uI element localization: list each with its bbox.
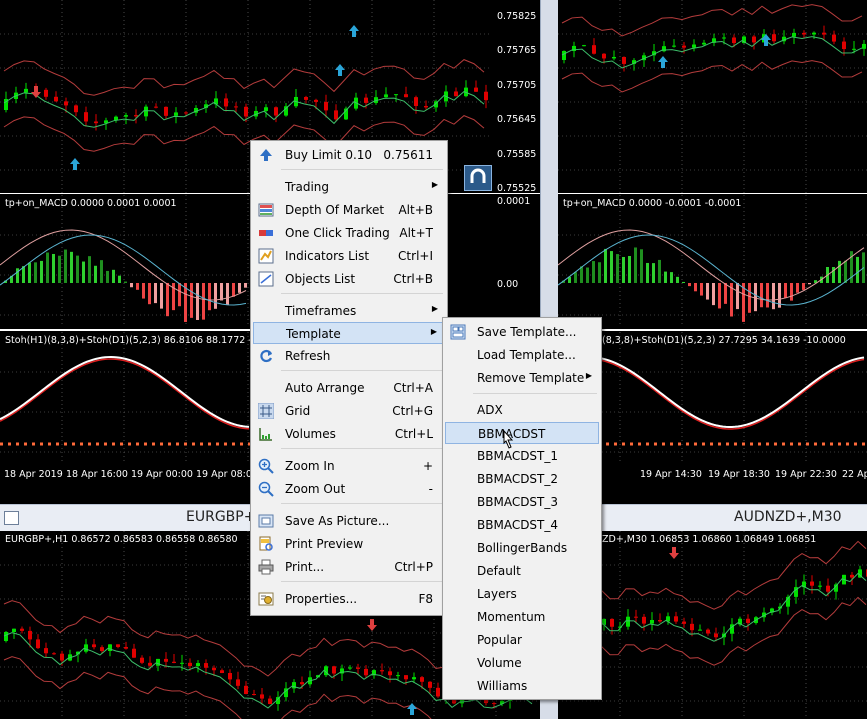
candles-bottom-right — [558, 531, 867, 719]
time-label: 19 Apr 22:30 — [775, 469, 837, 480]
template-item-bbmacdst-2[interactable]: BBMACDST_2 — [445, 468, 599, 490]
magnet-button[interactable] — [464, 165, 492, 191]
menu-item-zoom-out[interactable]: Zoom Out - — [253, 478, 445, 500]
pane-divider[interactable] — [558, 193, 867, 194]
menu-item-buy-limit[interactable]: Buy Limit 0.10 0.75611 — [253, 144, 445, 166]
template-item-default[interactable]: Default — [445, 560, 599, 582]
menu-item-print[interactable]: Print... Ctrl+P — [253, 556, 445, 578]
menu-item-template[interactable]: Template ▶ — [253, 322, 445, 344]
menu-item-auto-arrange[interactable]: Auto Arrange Ctrl+A — [253, 377, 445, 399]
print-preview-icon — [259, 536, 273, 551]
submenu-arrow-icon: ▶ — [585, 371, 592, 380]
magnet-icon — [470, 168, 486, 183]
menu-item-load-template[interactable]: Load Template... — [445, 344, 599, 366]
macd-histogram — [558, 195, 867, 325]
macd-histogram — [0, 195, 250, 325]
template-item-volume[interactable]: Volume — [445, 652, 599, 674]
template-submenu: Save Template... Load Template... Remove… — [442, 317, 602, 700]
template-item-layers[interactable]: Layers — [445, 583, 599, 605]
zoom-out-icon — [258, 481, 274, 497]
menu-item-grid[interactable]: Grid Ctrl+G — [253, 400, 445, 422]
template-item-momentum[interactable]: Momentum — [445, 606, 599, 628]
one-click-trading-icon — [259, 230, 273, 236]
chart-bottom-right[interactable]: ZD+,M30 1.06853 1.06860 1.06849 1.06851 — [558, 531, 867, 719]
chart-window-icon — [4, 511, 19, 525]
menu-item-volumes[interactable]: Volumes Ctrl+L — [253, 423, 445, 445]
menu-item-zoom-in[interactable]: Zoom In + — [253, 455, 445, 477]
template-item-williams[interactable]: Williams — [445, 675, 599, 697]
menu-item-objects-list[interactable]: Objects List Ctrl+B — [253, 268, 445, 290]
time-label: 18 Apr 2019 — [4, 469, 63, 480]
time-label: 19 Apr 14:30 — [640, 469, 702, 480]
mouse-cursor-icon — [503, 430, 514, 449]
menu-item-depth-of-market[interactable]: Depth Of Market Alt+B — [253, 199, 445, 221]
time-label: 18 Apr 16:00 — [66, 469, 128, 480]
time-label: 19 Apr 08:00 — [196, 469, 258, 480]
template-item-bbmacdst-3[interactable]: BBMACDST_3 — [445, 491, 599, 513]
menu-item-properties[interactable]: Properties... F8 — [253, 588, 445, 610]
macd-level: 0.0001 — [497, 196, 531, 207]
price-label: 0.75765 — [497, 45, 537, 56]
price-label: 0.75585 — [497, 149, 537, 160]
time-label: 19 Apr 18:30 — [708, 469, 770, 480]
candles-top-right — [558, 0, 867, 195]
menu-item-remove-template[interactable]: Remove Template ▶ — [445, 367, 599, 389]
menu-item-indicators-list[interactable]: Indicators List Ctrl+I — [253, 245, 445, 267]
chart-top-right[interactable]: tp+on_MACD 0.0000 -0.0001 -0.0001 (8,3,8… — [558, 0, 867, 495]
buy-limit-icon — [260, 149, 272, 161]
stoch-lines — [558, 332, 867, 462]
price-label: 0.75825 — [497, 11, 537, 22]
submenu-arrow-icon: ▶ — [431, 180, 438, 189]
menu-item-save-template[interactable]: Save Template... — [445, 321, 599, 343]
time-label: 19 Apr 00:00 — [131, 469, 193, 480]
refresh-icon — [260, 349, 273, 363]
save-picture-icon — [258, 514, 274, 528]
menu-item-save-as-picture[interactable]: Save As Picture... — [253, 510, 445, 532]
price-label: 0.75705 — [497, 80, 537, 91]
price-label: 0.75645 — [497, 114, 537, 125]
pane-divider[interactable] — [558, 329, 867, 331]
properties-icon — [258, 592, 274, 606]
menu-item-refresh[interactable]: Refresh — [253, 345, 445, 367]
submenu-arrow-icon: ▶ — [430, 327, 437, 336]
window-title: AUDNZD+,M30 — [734, 509, 842, 525]
depth-of-market-icon — [258, 203, 274, 217]
template-item-adx[interactable]: ADX — [445, 399, 599, 421]
template-item-bollingerbands[interactable]: BollingerBands — [445, 537, 599, 559]
menu-item-trading[interactable]: Trading ▶ — [253, 176, 445, 198]
menu-item-one-click-trading[interactable]: One Click Trading Alt+T — [253, 222, 445, 244]
chart-context-menu: Buy Limit 0.10 0.75611 Trading ▶ Depth O… — [250, 140, 448, 616]
save-template-icon — [450, 324, 466, 340]
volumes-icon — [259, 428, 272, 441]
indicators-list-icon — [258, 248, 274, 264]
grid-icon — [258, 403, 274, 419]
objects-list-icon — [258, 271, 274, 287]
macd-level: 0.00 — [497, 279, 519, 290]
time-label: 22 Apr 02 — [842, 469, 867, 480]
menu-item-timeframes[interactable]: Timeframes ▶ — [253, 300, 445, 322]
zoom-in-icon — [258, 458, 274, 474]
window-titlebar-audnzd[interactable]: AUDNZD+,M30 — [558, 504, 867, 532]
template-item-popular[interactable]: Popular — [445, 629, 599, 651]
stoch-lines — [0, 332, 250, 462]
template-item-bbmacdst-4[interactable]: BBMACDST_4 — [445, 514, 599, 536]
submenu-arrow-icon: ▶ — [431, 304, 438, 313]
template-item-bbmacdst[interactable]: BBMACDST — [445, 422, 599, 444]
print-icon — [258, 559, 274, 575]
template-item-bbmacdst-1[interactable]: BBMACDST_1 — [445, 445, 599, 467]
menu-item-print-preview[interactable]: Print Preview — [253, 533, 445, 555]
